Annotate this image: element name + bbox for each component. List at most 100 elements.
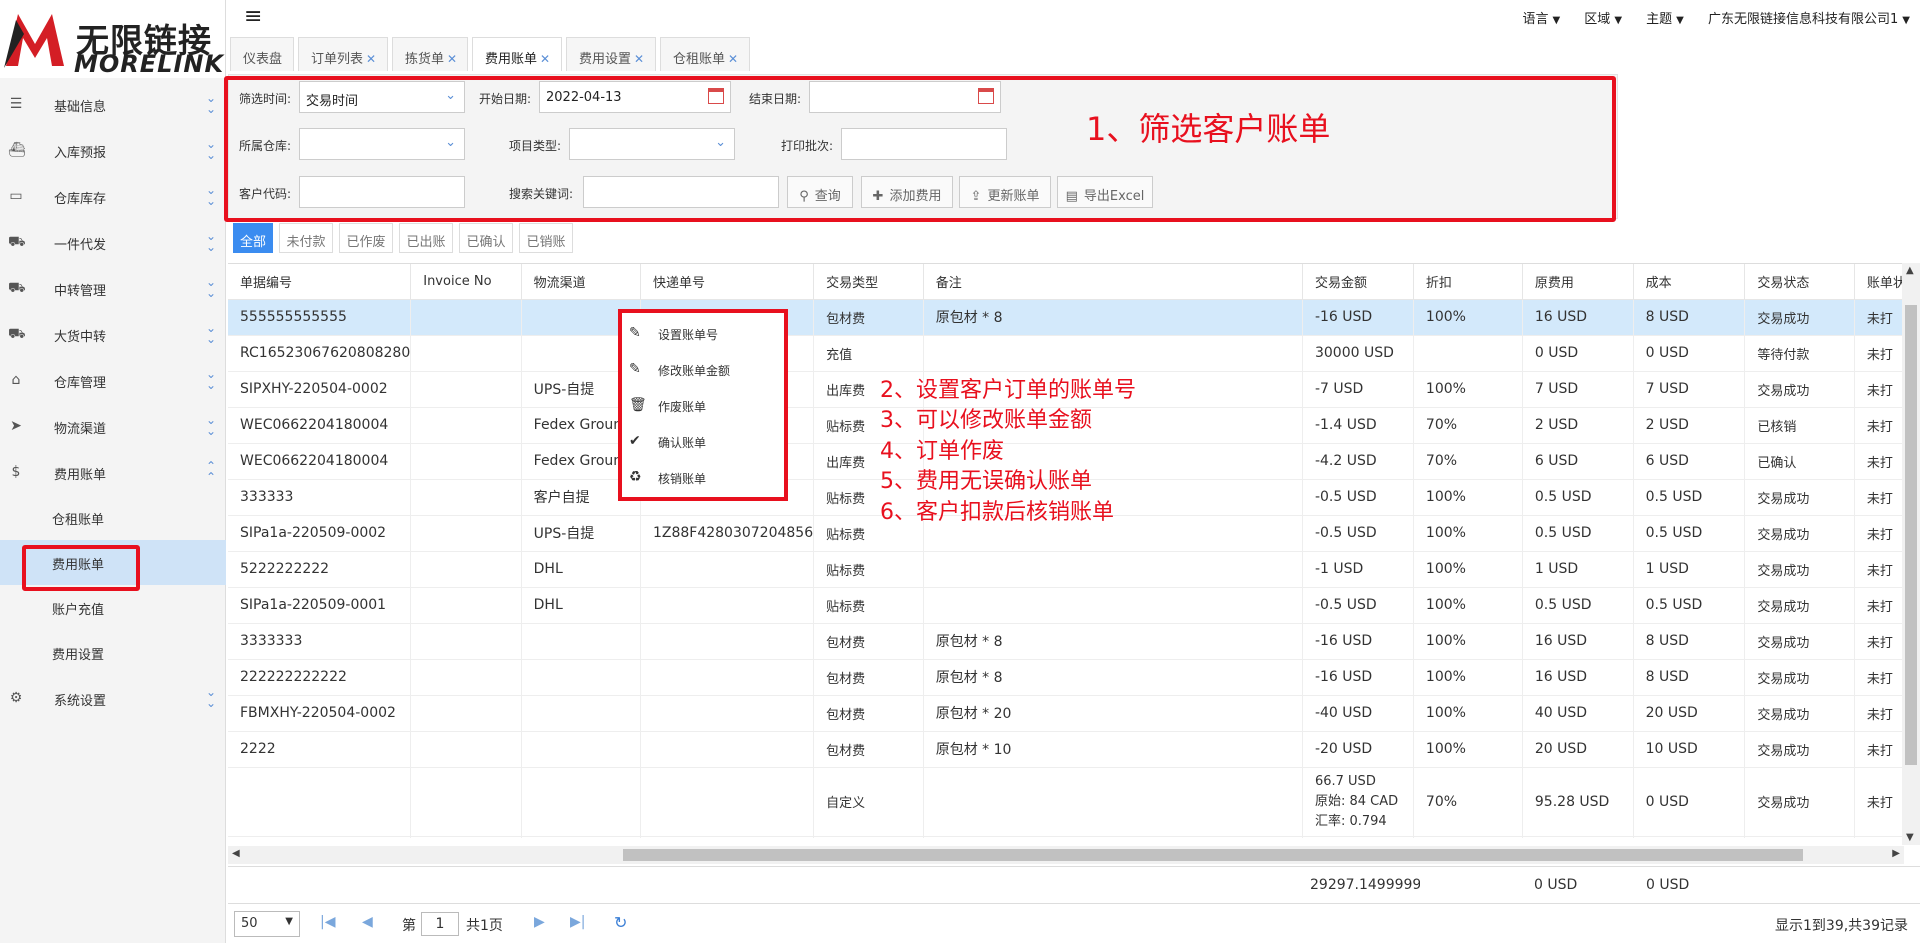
total-cost: 0 USD bbox=[1646, 877, 1690, 893]
cell-logistics-channel bbox=[521, 836, 641, 838]
cell-orig-fee: 1 USD bbox=[1522, 551, 1634, 588]
horizontal-scrollbar[interactable]: ◀ ▶ bbox=[228, 846, 1904, 864]
chevron-down-icon: ⌄ ⌄ bbox=[205, 275, 216, 300]
sidebar-item-fee-bills[interactable]: $ 费用账单 ⌃ ⌃ bbox=[0, 449, 226, 495]
tab-dashboard[interactable]: 仪表盘 bbox=[230, 37, 294, 71]
vertical-scrollbar[interactable]: ▲ ▼ bbox=[1902, 263, 1920, 845]
col-discount[interactable]: 折扣 bbox=[1413, 264, 1523, 300]
tab-order-list[interactable]: 订单列表 ✕ bbox=[298, 37, 388, 71]
sidebar-item-warehouse-stock[interactable]: ▭ 仓库库存 ⌄ ⌄ bbox=[0, 173, 226, 219]
cell-logistics-channel bbox=[521, 659, 641, 696]
sidebar-sub-fee-settings[interactable]: 费用设置 bbox=[0, 630, 226, 675]
cell-trans-type: 包材费 bbox=[813, 299, 924, 336]
col-amount[interactable]: 交易金额 bbox=[1302, 264, 1414, 300]
cell-invoice-no bbox=[410, 551, 522, 588]
chevron-up-icon: ⌃ ⌃ bbox=[205, 459, 216, 484]
cell-tracking-no bbox=[640, 731, 815, 768]
col-invoice-no[interactable]: Invoice No bbox=[410, 264, 522, 300]
sidebar-item-inbound-forecast[interactable]: ⛴ 入库预报 ⌄ ⌄ bbox=[0, 127, 226, 173]
status-tab-unpaid[interactable]: 未付款 bbox=[279, 223, 333, 253]
sidebar-item-transit[interactable]: ⛟ 中转管理 ⌄ ⌄ bbox=[0, 265, 226, 311]
prev-page-icon[interactable]: ◀ bbox=[362, 914, 373, 930]
table-row[interactable]: 5222222222 DHL 贴标费 -1 USD 100% 1 USD 1 USD 交易成功… bbox=[228, 551, 1920, 588]
table-row[interactable]: SIPa1a-220509-0001 DHL 贴标费 -0.5 USD 100% 0.5 … bbox=[228, 587, 1920, 624]
cell-trans-status: 交易成功 bbox=[1744, 836, 1855, 838]
close-icon: ✕ bbox=[447, 52, 458, 66]
context-confirm-bill[interactable]: ✔ 确认账单 bbox=[622, 425, 782, 455]
col-bill-no[interactable]: 单据编号 bbox=[228, 264, 412, 300]
next-page-icon[interactable]: ▶ bbox=[534, 914, 545, 930]
status-tab-confirmed[interactable]: 已确认 bbox=[459, 223, 513, 253]
sidebar-sub-rent-bill[interactable]: 仓租账单 bbox=[0, 495, 226, 540]
cell-cost: 2 USD bbox=[1633, 407, 1746, 444]
cell-trans-status: 交易成功 bbox=[1744, 515, 1855, 552]
tab-fee-bill[interactable]: 费用账单 ✕ bbox=[472, 37, 562, 71]
cell-cost: 6 USD bbox=[1633, 443, 1746, 480]
context-settle-bill[interactable]: ♻ 核销账单 bbox=[622, 461, 782, 491]
col-trans-status[interactable]: 交易状态 bbox=[1744, 264, 1855, 300]
cell-cost: 7 USD bbox=[1633, 371, 1746, 408]
table-row[interactable]: 自定义 66.7 USD 原始: 84 CAD 汇率: 0.794 70% 95.28 U… bbox=[228, 767, 1920, 837]
language-menu[interactable]: 语言 ▼ bbox=[1522, 12, 1560, 27]
sidebar-item-logistics-channel[interactable]: ➤ 物流渠道 ⌄ ⌄ bbox=[0, 403, 226, 449]
table-row[interactable]: FBMXHY-220504-0002 包材费 原包材 * 20 -40 USD 100%… bbox=[228, 695, 1920, 732]
table-row[interactable]: 222222222222 包材费 原包材 * 8 -16 USD 100% 16 USD 8… bbox=[228, 659, 1920, 696]
status-tab-billed[interactable]: 已出账 bbox=[399, 223, 453, 253]
col-remark[interactable]: 备注 bbox=[923, 264, 1303, 300]
context-void-bill[interactable]: 🗑 作废账单 bbox=[622, 389, 782, 419]
cell-amount: -70 USD bbox=[1302, 836, 1414, 838]
cell-logistics-channel bbox=[521, 767, 641, 837]
table-row[interactable]: 2222 包材费 原包材 * 10 -20 USD 100% 20 USD 10 USD 交易… bbox=[228, 731, 1920, 768]
bill-table: 单据编号 Invoice No 物流渠道 快递单号 交易类型 备注 交易金额 折… bbox=[228, 263, 1920, 838]
table-row[interactable]: 555555555555 包材费 原包材 * 8 -16 USD 100% 16 USD 8… bbox=[228, 299, 1920, 336]
tab-rent-bill[interactable]: 仓租账单 ✕ bbox=[660, 37, 750, 71]
status-tab-all[interactable]: 全部 bbox=[233, 223, 273, 253]
table-row[interactable]: 3333333 包材费 原包材 * 8 -16 USD 100% 16 USD 8 USD 交… bbox=[228, 623, 1920, 660]
sidebar-item-basic-info[interactable]: ☰ 基础信息 ⌄ ⌄ bbox=[0, 81, 226, 127]
col-logistics-channel[interactable]: 物流渠道 bbox=[521, 264, 641, 300]
scroll-left-icon: ◀ bbox=[232, 848, 240, 859]
cell-logistics-channel: DHL bbox=[521, 587, 641, 624]
cell-orig-fee: 6 USD bbox=[1522, 443, 1634, 480]
scroll-up-icon: ▲ bbox=[1906, 265, 1914, 276]
table-row[interactable]: RC16523067620808280 充值 30000 USD 0 USD 0 USD… bbox=[228, 335, 1920, 372]
cell-bill-no: 555555555555 bbox=[228, 299, 412, 336]
vertical-scroll-thumb[interactable] bbox=[1905, 305, 1917, 765]
col-orig-fee[interactable]: 原费用 bbox=[1522, 264, 1634, 300]
cell-orig-fee: 16 USD bbox=[1522, 623, 1634, 660]
cell-invoice-no bbox=[410, 836, 522, 838]
col-trans-type[interactable]: 交易类型 bbox=[813, 264, 924, 300]
context-edit-amount[interactable]: ✎ 修改账单金额 bbox=[622, 353, 782, 383]
status-tab-void[interactable]: 已作废 bbox=[339, 223, 393, 253]
table-row[interactable]: 自定义-70 USD70%100 USD0 USD交易成功未打 bbox=[228, 836, 1920, 838]
sidebar-item-warehouse-mgmt[interactable]: ⌂ 仓库管理 ⌄ ⌄ bbox=[0, 357, 226, 403]
theme-menu[interactable]: 主题 ▼ bbox=[1646, 12, 1684, 27]
sidebar-item-bulk-transit[interactable]: ⛟ 大货中转 ⌄ ⌄ bbox=[0, 311, 226, 357]
refresh-icon[interactable]: ↻ bbox=[614, 913, 627, 932]
tab-fee-settings[interactable]: 费用设置 ✕ bbox=[566, 37, 656, 71]
status-tab-settled[interactable]: 已销账 bbox=[519, 223, 573, 253]
annotation-2: 2、设置客户订单的账单号 bbox=[880, 378, 1136, 403]
context-set-bill-no[interactable]: ✎ 设置账单号 bbox=[622, 317, 782, 347]
last-page-icon[interactable]: ▶| bbox=[570, 914, 585, 930]
cell-trans-status: 交易成功 bbox=[1744, 299, 1855, 336]
cell-invoice-no bbox=[410, 299, 522, 336]
menu-toggle-icon[interactable]: ≡ bbox=[244, 6, 262, 28]
region-menu[interactable]: 区域 ▼ bbox=[1584, 12, 1622, 27]
page-number-input[interactable]: 1 bbox=[421, 912, 459, 936]
annotation-6: 6、客户扣款后核销账单 bbox=[880, 500, 1114, 525]
col-cost[interactable]: 成本 bbox=[1633, 264, 1746, 300]
horizontal-scroll-thumb[interactable] bbox=[623, 849, 1803, 861]
company-menu[interactable]: 广东无限链接信息科技有限公司1 ▼ bbox=[1708, 12, 1910, 27]
sidebar-item-system-settings[interactable]: ⚙ 系统设置 ⌄ ⌄ bbox=[0, 675, 226, 721]
page-size-select[interactable]: 50 ▼ bbox=[234, 911, 300, 937]
first-page-icon[interactable]: |◀ bbox=[320, 914, 335, 930]
annotation-4: 4、订单作废 bbox=[880, 439, 1004, 464]
cell-trans-status: 等待付款 bbox=[1744, 335, 1855, 372]
cell-invoice-no bbox=[410, 407, 522, 444]
sidebar-sub-recharge[interactable]: 账户充值 bbox=[0, 585, 226, 630]
cell-tracking-no bbox=[640, 551, 815, 588]
tab-picking[interactable]: 拣货单 ✕ bbox=[392, 37, 468, 71]
sidebar-item-dropship[interactable]: ⛟ 一件代发 ⌄ ⌄ bbox=[0, 219, 226, 265]
col-tracking-no[interactable]: 快递单号 bbox=[640, 264, 815, 300]
